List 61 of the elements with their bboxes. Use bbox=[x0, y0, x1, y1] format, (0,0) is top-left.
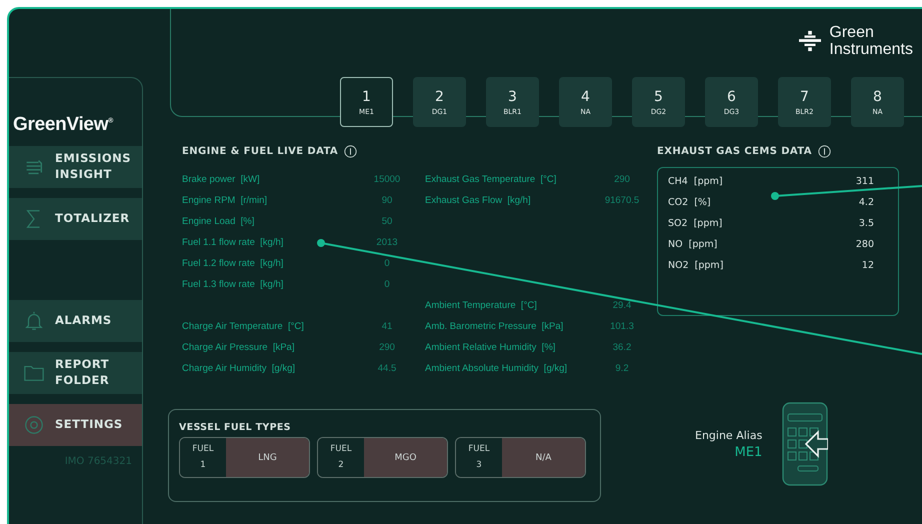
data-value: 0 bbox=[383, 258, 391, 269]
data-value: 36.2 bbox=[612, 342, 632, 353]
data-label: Fuel 1.1 flow rate [kg/h] bbox=[182, 237, 284, 248]
sidebar-item[interactable]: SETTINGS bbox=[9, 404, 142, 446]
gas-value: 4.2 bbox=[858, 197, 874, 208]
brand-logo-icon bbox=[799, 30, 822, 52]
data-label: Fuel 1.2 flow rate [kg/h] bbox=[182, 258, 284, 269]
data-label: Engine Load [%] bbox=[182, 216, 256, 227]
data-value: 29.4 bbox=[612, 300, 632, 311]
gas-label: NO2 [ppm] bbox=[668, 260, 724, 271]
app-logo: GreenView$^{®}$ bbox=[12, 114, 114, 136]
section-title: ENGINE & FUEL LIVE DATA bbox=[182, 146, 338, 156]
data-value: 0 bbox=[383, 279, 391, 290]
sidebar-item[interactable]: EMISSIONS INSIGHT bbox=[9, 146, 142, 188]
brand-name: Green bbox=[829, 24, 875, 41]
engine-alias-value: ME1 bbox=[734, 444, 762, 460]
data-label: Fuel 1.3 flow rate [kg/h] bbox=[182, 279, 284, 290]
data-label: Ambient Relative Humidity [%] bbox=[424, 342, 556, 353]
data-value: 91670.5 bbox=[604, 195, 640, 206]
data-label: Charge Air Pressure [kPa] bbox=[182, 342, 296, 353]
data-value: 50 bbox=[380, 216, 394, 227]
section-title: VESSEL FUEL TYPES bbox=[179, 422, 292, 433]
data-value: 2013 bbox=[375, 237, 399, 248]
gas-value: 311 bbox=[856, 176, 874, 187]
data-label: Exhaust Gas Flow [kg/h] bbox=[424, 195, 532, 206]
gas-label: SO2 [ppm] bbox=[668, 218, 722, 229]
data-value: 9.2 bbox=[614, 363, 630, 374]
sidebar-item[interactable]: REPORT FOLDER bbox=[9, 352, 142, 394]
gas-label: CH4 [ppm] bbox=[668, 176, 723, 187]
gas-value: 3.5 bbox=[858, 218, 874, 229]
engine-alias-label: Engine Alias bbox=[695, 428, 762, 442]
settings-icon bbox=[23, 414, 45, 436]
data-label: Charge Air Temperature [°C] bbox=[182, 321, 305, 332]
data-label: Ambient Temperature [°C] bbox=[424, 300, 538, 311]
bell-icon bbox=[23, 310, 45, 332]
data-label: Brake power [kW] bbox=[182, 174, 261, 185]
gas-value: 280 bbox=[856, 239, 874, 250]
sidebar-item[interactable]: ALARMS bbox=[9, 300, 142, 342]
info-icon[interactable] bbox=[344, 144, 358, 158]
data-value: 101.3 bbox=[609, 321, 635, 332]
data-value: 90 bbox=[380, 195, 394, 206]
fuel-type-value: MGO bbox=[364, 438, 447, 477]
data-value: 44.5 bbox=[376, 363, 398, 374]
brand-name: Instruments bbox=[829, 41, 913, 58]
fuel-type-value: LNG bbox=[226, 438, 309, 477]
gas-label: NO [ppm] bbox=[668, 239, 718, 250]
data-value: 15000 bbox=[372, 174, 402, 185]
data-label: Engine RPM [r/min] bbox=[182, 195, 268, 206]
data-label: Exhaust Gas Temperature [°C] bbox=[424, 174, 558, 185]
data-value: 290 bbox=[613, 174, 631, 185]
info-icon[interactable] bbox=[818, 144, 831, 158]
data-label: Ambient Absolute Humidity [g/kg] bbox=[424, 363, 568, 374]
fuel-type-value: N/A bbox=[502, 438, 585, 477]
sidebar-item[interactable]: TOTALIZER bbox=[9, 198, 142, 240]
data-label: Charge Air Humidity [g/kg] bbox=[182, 363, 296, 374]
section-title: EXHAUST GAS CEMS DATA bbox=[657, 146, 812, 156]
data-label: Amb. Barometric Pressure [kPa] bbox=[424, 321, 564, 332]
data-value: 290 bbox=[378, 342, 396, 353]
data-value: 41 bbox=[380, 321, 394, 332]
gas-value: 12 bbox=[862, 260, 874, 271]
gas-label: CO2 [%] bbox=[668, 197, 711, 208]
